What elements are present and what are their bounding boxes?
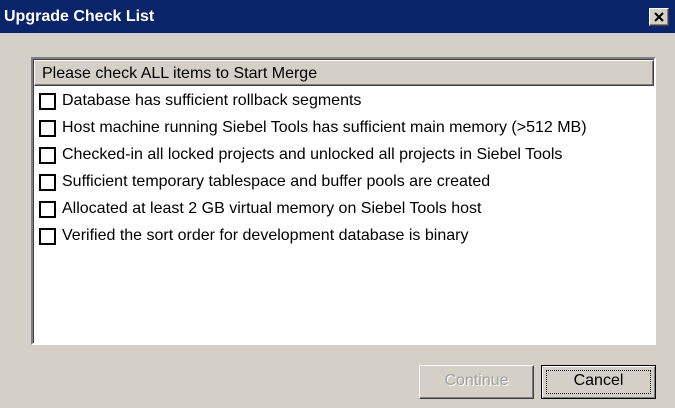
item-label: Host machine running Siebel Tools has su…	[62, 119, 587, 136]
item-label: Checked-in all locked projects and unloc…	[62, 146, 563, 163]
item-checkbox[interactable]	[39, 174, 56, 191]
checklist-item[interactable]: Host machine running Siebel Tools has su…	[39, 117, 651, 139]
item-label: Sufficient temporary tablespace and buff…	[62, 173, 491, 190]
item-checkbox[interactable]	[39, 93, 56, 110]
focus-ring	[546, 370, 651, 394]
upgrade-check-list-dialog: Upgrade Check List Please check ALL item…	[0, 0, 675, 408]
item-label: Verified the sort order for development …	[62, 227, 469, 244]
window-title: Upgrade Check List	[4, 8, 155, 25]
checklist-header: Please check ALL items to Start Merge	[34, 60, 654, 86]
item-label: Allocated at least 2 GB virtual memory o…	[62, 200, 482, 217]
cancel-button[interactable]: Cancel	[541, 365, 656, 399]
checklist-item[interactable]: Sufficient temporary tablespace and buff…	[39, 171, 651, 193]
checklist-item[interactable]: Database has sufficient rollback segment…	[39, 90, 651, 112]
checklist-box: Please check ALL items to Start Merge Da…	[31, 57, 656, 345]
checklist-item[interactable]: Verified the sort order for development …	[39, 225, 651, 247]
checklist-header-label: Please check ALL items to Start Merge	[42, 65, 318, 82]
close-button[interactable]	[649, 8, 669, 26]
item-checkbox[interactable]	[39, 120, 56, 137]
item-checkbox[interactable]	[39, 228, 56, 245]
item-label: Database has sufficient rollback segment…	[62, 92, 362, 109]
item-checkbox[interactable]	[39, 201, 56, 218]
continue-button[interactable]: Continue	[419, 365, 534, 399]
checklist-item[interactable]: Checked-in all locked projects and unloc…	[39, 144, 651, 166]
title-bar[interactable]: Upgrade Check List	[0, 0, 675, 33]
checklist-item[interactable]: Allocated at least 2 GB virtual memory o…	[39, 198, 651, 220]
item-checkbox[interactable]	[39, 147, 56, 164]
close-icon	[654, 12, 664, 22]
